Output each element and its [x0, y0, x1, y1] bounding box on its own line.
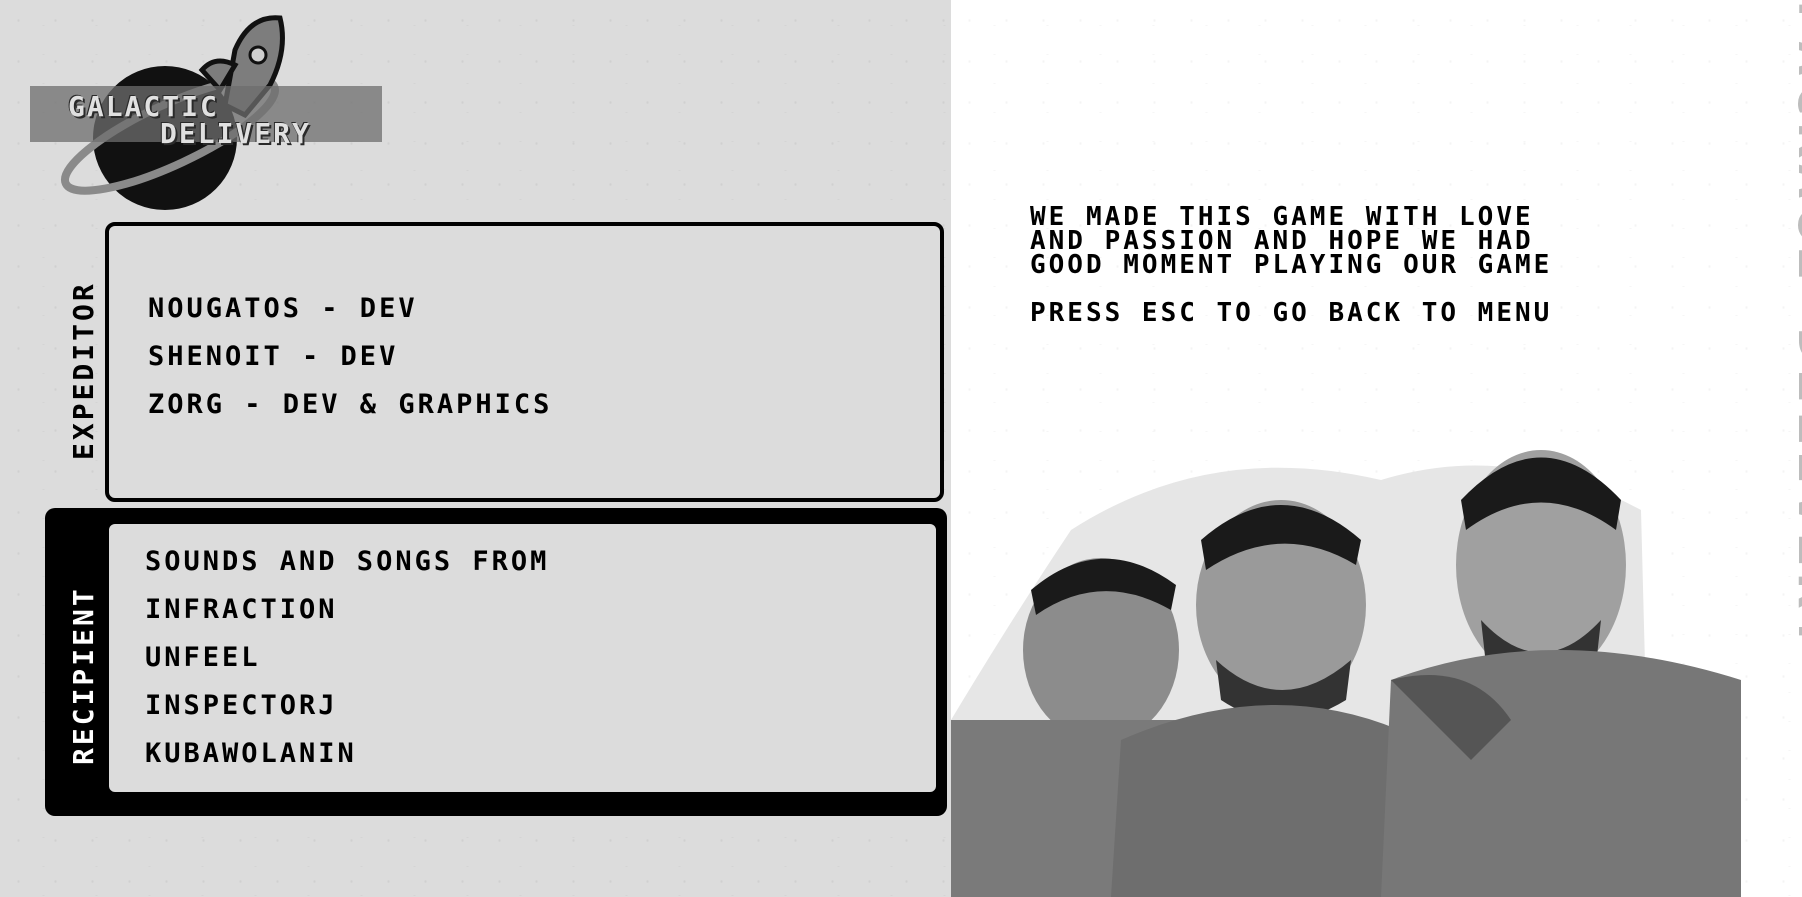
team-photo: [951, 450, 1741, 897]
credit-line: KUBAWOLANIN: [145, 738, 357, 769]
side-title: PACKAGE DELIVERY: [1785, 0, 1802, 655]
credit-line: INSPECTORJ: [145, 690, 338, 721]
esc-hint: PRESS ESC TO GO BACK TO MENU: [1030, 298, 1553, 328]
credits-screen: GALACTIC DELIVERY EXPEDITOR NOUGATOS - D…: [0, 0, 1802, 897]
recipient-label: RECIPIENT: [67, 586, 100, 765]
expeditor-label: EXPEDITOR: [67, 281, 100, 460]
credit-line: SHENOIT - DEV: [148, 341, 399, 372]
credit-line: SOUNDS AND SONGS FROM: [145, 546, 550, 577]
game-logo: GALACTIC DELIVERY: [30, 10, 390, 210]
credit-line: INFRACTION: [145, 594, 338, 625]
thanks-message: WE MADE THIS GAME WITH LOVE AND PASSION …: [1030, 202, 1553, 280]
side-title-strip: PACKAGE DELIVERY: [1700, 0, 1802, 897]
credit-line: NOUGATOS - DEV: [148, 293, 418, 324]
credit-line: ZORG - DEV & GRAPHICS: [148, 389, 553, 420]
credit-line: UNFEEL: [145, 642, 261, 673]
logo-title-line2: DELIVERY: [160, 117, 311, 150]
